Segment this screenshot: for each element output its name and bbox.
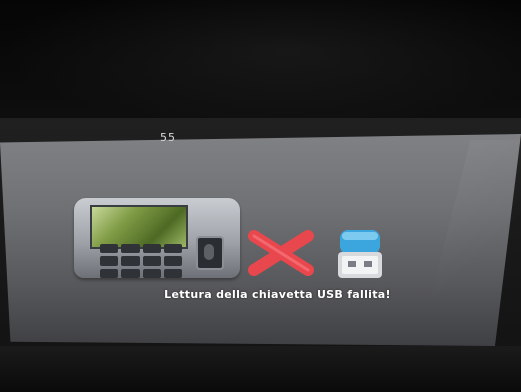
keypad-key <box>163 244 182 254</box>
screen-top-digits: 55 <box>160 131 176 144</box>
keypad-key <box>142 244 161 254</box>
keypad-key <box>121 268 140 278</box>
keypad-key <box>163 268 182 278</box>
usb-read-error-message: Lettura della chiavetta USB fallita! <box>164 288 391 301</box>
keypad-key <box>121 244 140 254</box>
keypad-key <box>100 256 119 266</box>
error-x-icon <box>248 230 314 276</box>
keypad-key <box>121 256 140 266</box>
terminal-keypad <box>100 244 182 278</box>
keypad-key <box>100 244 119 254</box>
keypad-key <box>142 256 161 266</box>
device-bezel-bottom <box>0 346 521 392</box>
keypad-key <box>142 268 161 278</box>
fingerprint-sensor-icon <box>196 236 224 270</box>
keypad-key <box>163 256 182 266</box>
usb-stick-icon <box>338 230 382 278</box>
keypad-key <box>100 268 119 278</box>
terminal-screen <box>90 205 188 249</box>
ambient-glare <box>0 0 521 130</box>
